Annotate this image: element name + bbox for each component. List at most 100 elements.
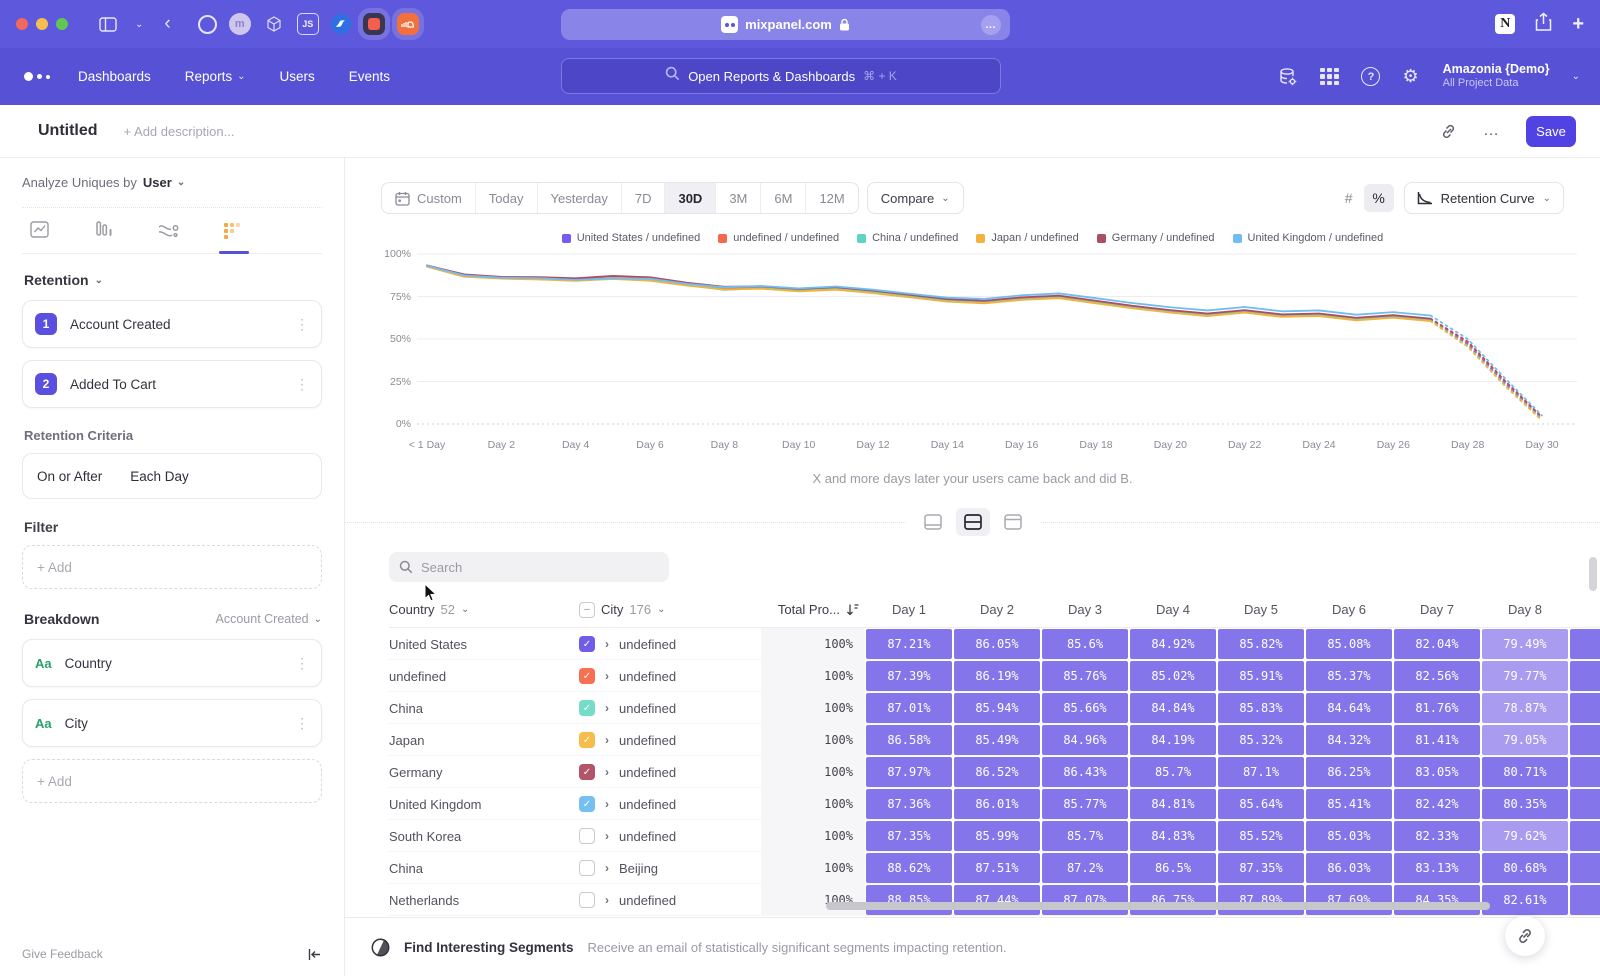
project-switcher[interactable]: Amazonia {Demo} All Project Data bbox=[1443, 62, 1550, 91]
retention-cell[interactable]: 80.71% bbox=[1482, 757, 1568, 787]
criteria-each-day[interactable]: Each Day bbox=[130, 469, 189, 484]
add-breakdown-button[interactable]: + Add bbox=[22, 759, 322, 803]
day-column-header[interactable]: Day 8 bbox=[1481, 602, 1569, 617]
zoom-window-button[interactable] bbox=[56, 18, 68, 30]
range-button-today[interactable]: Today bbox=[476, 183, 538, 213]
retention-cell[interactable]: 81.41% bbox=[1394, 725, 1480, 755]
retention-cell[interactable]: 87.69% bbox=[1306, 885, 1392, 915]
tab-insights[interactable] bbox=[30, 208, 52, 254]
view-table-only-button[interactable] bbox=[996, 508, 1030, 536]
retention-cell[interactable]: 85.91% bbox=[1218, 661, 1304, 691]
expand-row-icon[interactable]: › bbox=[605, 765, 609, 779]
retention-cell[interactable]: 84.81% bbox=[1130, 789, 1216, 819]
retention-cell[interactable]: 84.83% bbox=[1130, 821, 1216, 851]
retention-cell[interactable]: 86.5% bbox=[1130, 853, 1216, 883]
legend-item[interactable]: Japan / undefined bbox=[976, 232, 1078, 244]
retention-cell[interactable]: 86.52% bbox=[954, 757, 1040, 787]
retention-step-2[interactable]: 2 Added To Cart ⋮ bbox=[22, 360, 322, 408]
retention-cell[interactable]: 84.64% bbox=[1306, 693, 1392, 723]
data-management-icon[interactable] bbox=[1278, 67, 1298, 87]
retention-cell[interactable]: 83.05% bbox=[1394, 757, 1480, 787]
retention-cell[interactable]: 82.56% bbox=[1394, 661, 1480, 691]
retention-cell[interactable]: 85.08% bbox=[1306, 629, 1392, 659]
country-column-header[interactable]: Country52⌄ bbox=[389, 602, 579, 617]
apps-grid-icon[interactable] bbox=[1320, 68, 1339, 86]
more-options-icon[interactable]: … bbox=[1483, 122, 1500, 140]
collapse-sidebar-icon[interactable] bbox=[307, 948, 322, 961]
day-column-header[interactable]: Day 1 bbox=[865, 602, 953, 617]
retention-cell[interactable]: 86.01% bbox=[954, 789, 1040, 819]
retention-cell[interactable]: 84.35% bbox=[1394, 885, 1480, 915]
series-checkbox[interactable] bbox=[579, 860, 595, 876]
series-checkbox[interactable]: ✓ bbox=[579, 796, 595, 812]
retention-cell[interactable]: 87.01% bbox=[866, 693, 952, 723]
mixpanel-logo[interactable] bbox=[24, 72, 50, 81]
breakdown-scope-select[interactable]: Account Created⌄ bbox=[216, 612, 323, 626]
kebab-menu-icon[interactable]: ⋮ bbox=[295, 322, 309, 327]
retention-cell[interactable]: 85.7% bbox=[1042, 821, 1128, 851]
retention-cell[interactable]: 86.43% bbox=[1042, 757, 1128, 787]
series-checkbox[interactable]: ✓ bbox=[579, 700, 595, 716]
retention-cell[interactable]: 84.19% bbox=[1130, 725, 1216, 755]
nav-item-dashboards[interactable]: Dashboards bbox=[78, 69, 151, 84]
range-button-3m[interactable]: 3M bbox=[716, 183, 761, 213]
retention-cell[interactable]: 82.42% bbox=[1394, 789, 1480, 819]
unit-toggle-percent[interactable]: % bbox=[1364, 184, 1394, 212]
report-title[interactable]: Untitled bbox=[38, 122, 98, 140]
retention-cell[interactable]: 85.94% bbox=[954, 693, 1040, 723]
table-search[interactable] bbox=[389, 552, 669, 582]
retention-cell[interactable]: 85.76% bbox=[1042, 661, 1128, 691]
day-column-header[interactable]: Day 5 bbox=[1217, 602, 1305, 617]
tab-funnels[interactable] bbox=[95, 208, 115, 254]
window-controls[interactable] bbox=[16, 18, 68, 30]
day-column-header[interactable]: Day 6 bbox=[1305, 602, 1393, 617]
select-all-checkbox[interactable]: – bbox=[579, 602, 595, 618]
retention-section-header[interactable]: Retention⌄ bbox=[24, 272, 322, 288]
series-checkbox[interactable]: ✓ bbox=[579, 732, 595, 748]
retention-cell[interactable]: 85.7% bbox=[1130, 757, 1216, 787]
city-column-header[interactable]: – City176⌄ bbox=[579, 602, 761, 618]
retention-cell[interactable]: 85.66% bbox=[1042, 693, 1128, 723]
m-extension-icon[interactable]: m bbox=[229, 13, 251, 35]
legend-item[interactable]: United States / undefined bbox=[562, 232, 701, 244]
retention-cell[interactable]: 85.32% bbox=[1218, 725, 1304, 755]
global-search[interactable]: Open Reports & Dashboards ⌘ + K bbox=[561, 58, 1001, 94]
retention-cell[interactable]: 82.04% bbox=[1394, 629, 1480, 659]
expand-row-icon[interactable]: › bbox=[605, 701, 609, 715]
retention-cell[interactable]: 87.1% bbox=[1218, 757, 1304, 787]
minimize-window-button[interactable] bbox=[36, 18, 48, 30]
retention-cell[interactable]: 87.97% bbox=[866, 757, 952, 787]
segments-title[interactable]: Find Interesting Segments bbox=[404, 940, 574, 955]
day-column-header[interactable]: Day 4 bbox=[1129, 602, 1217, 617]
tab-overview-caret-icon[interactable]: ⌄ bbox=[135, 19, 143, 30]
retention-cell[interactable]: 85.64% bbox=[1218, 789, 1304, 819]
retention-cell[interactable]: 85.82% bbox=[1218, 629, 1304, 659]
retention-cell[interactable]: 85.83% bbox=[1218, 693, 1304, 723]
retention-cell[interactable]: 79.49% bbox=[1482, 629, 1568, 659]
cube-extension-icon[interactable] bbox=[263, 13, 285, 35]
retention-chart[interactable]: 100%75%50%25%0% < 1 DayDay 2Day 4Day 6Da… bbox=[381, 250, 1582, 457]
retention-cell[interactable]: 86.03% bbox=[1306, 853, 1392, 883]
retention-cell[interactable]: 88.62% bbox=[866, 853, 952, 883]
retention-cell[interactable]: 79.05% bbox=[1482, 725, 1568, 755]
copy-link-icon[interactable] bbox=[1440, 123, 1457, 140]
tab-retention[interactable] bbox=[223, 208, 245, 254]
retention-cell[interactable]: 85.52% bbox=[1218, 821, 1304, 851]
series-checkbox[interactable] bbox=[579, 892, 595, 908]
vertical-scrollbar[interactable] bbox=[1589, 557, 1597, 591]
retention-cell[interactable]: 87.44% bbox=[954, 885, 1040, 915]
soundcloud-extension-icon[interactable] bbox=[397, 13, 419, 35]
address-bar[interactable]: mixpanel.com … bbox=[561, 9, 1010, 40]
nav-item-events[interactable]: Events bbox=[349, 69, 390, 84]
series-checkbox[interactable]: ✓ bbox=[579, 764, 595, 780]
save-button[interactable]: Save bbox=[1526, 116, 1576, 147]
retention-cell[interactable]: 85.49% bbox=[954, 725, 1040, 755]
legend-item[interactable]: China / undefined bbox=[857, 232, 958, 244]
retention-cell[interactable]: 85.77% bbox=[1042, 789, 1128, 819]
chart-type-select[interactable]: Retention Curve ⌄ bbox=[1404, 182, 1564, 214]
give-feedback-link[interactable]: Give Feedback bbox=[22, 947, 103, 961]
nav-item-users[interactable]: Users bbox=[279, 69, 314, 84]
retention-cell[interactable]: 87.2% bbox=[1042, 853, 1128, 883]
retention-cell[interactable]: 78.87% bbox=[1482, 693, 1568, 723]
series-checkbox[interactable]: ✓ bbox=[579, 636, 595, 652]
